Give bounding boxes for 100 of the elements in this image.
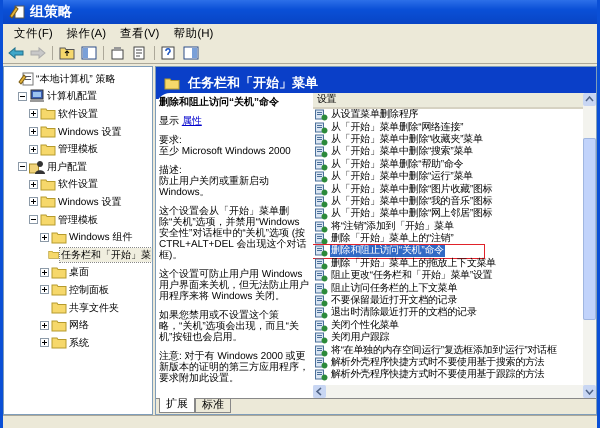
policy-setting-icon bbox=[315, 134, 328, 146]
policy-setting-icon bbox=[315, 369, 328, 382]
tree-item[interactable]: 软件设置 bbox=[57, 106, 99, 121]
policy-setting[interactable]: 从「开始」菜单中删除“运行”菜单 bbox=[330, 171, 474, 184]
policy-setting[interactable]: 删除「开始」菜单上的拖放上下文菜单 bbox=[330, 258, 497, 270]
view-tab[interactable]: 标准 bbox=[195, 399, 231, 413]
policy-setting[interactable]: 关闭个性化菜单 bbox=[330, 320, 400, 332]
policy-setting[interactable]: 将“注销”添加到「开始」菜单 bbox=[330, 220, 454, 233]
description-text: 要求: 至少 Microsoft Windows 2000 bbox=[159, 135, 292, 157]
collapse-icon[interactable] bbox=[18, 162, 27, 172]
scroll-down-icon[interactable] bbox=[583, 385, 596, 398]
policy-setting-icon bbox=[315, 233, 328, 246]
policy-setting[interactable]: 从「开始」菜单中删除“网上邻居”图标 bbox=[330, 208, 494, 220]
description-text: 描述: 防止用户关闭或重新启动 Windows。 bbox=[159, 165, 270, 198]
collapse-icon[interactable] bbox=[29, 215, 38, 224]
folder-icon bbox=[40, 125, 56, 138]
scroll-left-icon[interactable] bbox=[313, 385, 326, 398]
tree-item[interactable]: 桌面 bbox=[68, 265, 90, 280]
computer-icon bbox=[29, 89, 45, 104]
scroll-up-icon[interactable] bbox=[583, 93, 596, 106]
policy-setting[interactable]: 关闭用户跟踪 bbox=[330, 332, 390, 344]
back-arrow-icon[interactable] bbox=[8, 46, 24, 60]
policy-setting[interactable]: 解析外壳程序快捷方式时不要使用基于跟踪的方法 bbox=[330, 369, 546, 382]
policy-setting[interactable]: 从「开始」菜单中删除“图片收藏”图标 bbox=[330, 184, 494, 196]
policy-setting-icon bbox=[315, 245, 328, 258]
policy-setting-icon bbox=[315, 258, 328, 270]
tree-item[interactable]: Windows 设置 bbox=[57, 124, 122, 139]
folder-icon bbox=[164, 76, 180, 90]
description-text: 如果您禁用或不设置这个策略，“关机”选项会出现，而且“关机”按钮也会启用。 bbox=[159, 310, 300, 343]
menu-item[interactable]: 文件(F) bbox=[7, 26, 60, 41]
policy-setting[interactable]: 从「开始」菜单中删除“收藏夹”菜单 bbox=[330, 134, 484, 146]
policy-setting-icon bbox=[315, 270, 328, 282]
policy-setting-icon bbox=[315, 307, 328, 320]
expand-icon[interactable] bbox=[40, 268, 49, 277]
folder-icon bbox=[40, 107, 56, 120]
policy-setting[interactable]: 从「开始」菜单删除“帮助”命令 bbox=[330, 158, 464, 171]
tree-item[interactable]: 管理模板 bbox=[57, 212, 99, 227]
folder-icon bbox=[51, 266, 67, 279]
policy-setting[interactable]: 不要保留最近打开文档的记录 bbox=[330, 295, 458, 308]
tree-item[interactable]: “本地计算机” 策略 bbox=[35, 72, 116, 86]
policy-setting[interactable]: 删除和阻止访问“关机”命令 bbox=[330, 245, 445, 258]
menu-item[interactable]: 帮助(H) bbox=[166, 26, 220, 41]
expand-icon[interactable] bbox=[29, 197, 38, 206]
menu-item[interactable]: 查看(V) bbox=[113, 26, 166, 41]
view-tab[interactable]: 扩展 bbox=[159, 398, 195, 413]
tree-item[interactable]: 计算机配置 bbox=[46, 89, 98, 104]
panel-view-icon[interactable] bbox=[183, 46, 199, 60]
setting-title: 删除和阻止访问“关机”命令 bbox=[159, 97, 280, 108]
policy-setting[interactable]: 从「开始」菜单中删除“我的音乐”图标 bbox=[330, 196, 494, 208]
folder-icon bbox=[40, 213, 56, 226]
policy-setting-icon bbox=[315, 122, 328, 134]
policy-setting-icon bbox=[315, 158, 328, 171]
policy-setting-icon bbox=[315, 344, 328, 357]
folder-icon bbox=[40, 178, 56, 191]
tree-item[interactable]: 任务栏和「开始」菜 bbox=[60, 248, 152, 262]
policy-setting[interactable]: 从「开始」菜单中删除“搜索”菜单 bbox=[330, 146, 474, 158]
expand-icon[interactable] bbox=[40, 285, 49, 294]
expand-icon[interactable] bbox=[40, 320, 49, 330]
menu-item[interactable]: 操作(A) bbox=[60, 26, 114, 41]
properties-link[interactable]: 属性 bbox=[182, 116, 202, 127]
policy-setting-icon bbox=[315, 320, 328, 332]
expand-icon[interactable] bbox=[29, 144, 38, 154]
policy-setting[interactable]: 退出时清除最近打开的文档的记录 bbox=[330, 307, 478, 320]
expand-icon[interactable] bbox=[29, 109, 38, 118]
tree-item[interactable]: Windows 组件 bbox=[68, 230, 134, 244]
tree-item[interactable]: 用户配置 bbox=[46, 160, 88, 174]
policy-setting[interactable]: 从「开始」菜单删除“网络连接” bbox=[330, 122, 464, 134]
tree-item[interactable]: Windows 设置 bbox=[57, 194, 122, 209]
folder-icon bbox=[51, 301, 67, 314]
expand-icon[interactable] bbox=[40, 338, 49, 348]
policy-setting[interactable]: 将“在单独的内存空间运行”复选框添加到“运行”对话框 bbox=[330, 344, 558, 357]
window-title: 组策略 bbox=[30, 3, 72, 21]
column-header[interactable]: 设置 bbox=[313, 93, 583, 109]
expand-icon[interactable] bbox=[29, 180, 38, 189]
policy-setting[interactable]: 解析外壳程序快捷方式时不要使用基于搜索的方法 bbox=[330, 357, 546, 369]
tree-item[interactable]: 管理模板 bbox=[57, 142, 99, 156]
policy-setting[interactable]: 删除「开始」菜单上的“注销” bbox=[330, 233, 454, 246]
policy-setting[interactable]: 从设置菜单删除程序 bbox=[330, 109, 420, 122]
tree-toggle-icon[interactable] bbox=[81, 46, 97, 60]
expand-icon[interactable] bbox=[29, 127, 38, 136]
scrollbar-thumb[interactable] bbox=[583, 138, 596, 320]
folder-icon bbox=[51, 230, 67, 244]
properties-icon[interactable] bbox=[110, 46, 126, 60]
policy-setting-icon bbox=[315, 282, 328, 295]
expand-icon[interactable] bbox=[40, 232, 49, 242]
policy-setting[interactable]: 阻止访问任务栏的上下文菜单 bbox=[330, 282, 458, 295]
user-icon bbox=[29, 160, 45, 174]
folder-icon bbox=[51, 283, 67, 296]
tree-item[interactable]: 共享文件夹 bbox=[68, 300, 120, 315]
help-icon[interactable] bbox=[161, 46, 177, 60]
up-folder-icon[interactable] bbox=[59, 46, 75, 60]
description-text: 注意: 对于有 Windows 2000 或更新版本的证明的第三方应用程序，要求附加此设置。 bbox=[159, 351, 309, 384]
policy-setting-icon bbox=[315, 208, 328, 220]
tree-item[interactable]: 控制面板 bbox=[68, 282, 110, 297]
tree-item[interactable]: 系统 bbox=[68, 336, 90, 350]
tree-item[interactable]: 网络 bbox=[68, 318, 90, 332]
policy-setting[interactable]: 阻止更改“任务栏和「开始」菜单”设置 bbox=[330, 270, 494, 282]
tree-item[interactable]: 软件设置 bbox=[57, 177, 99, 192]
collapse-icon[interactable] bbox=[18, 92, 27, 101]
policy-setting-icon bbox=[315, 196, 328, 208]
